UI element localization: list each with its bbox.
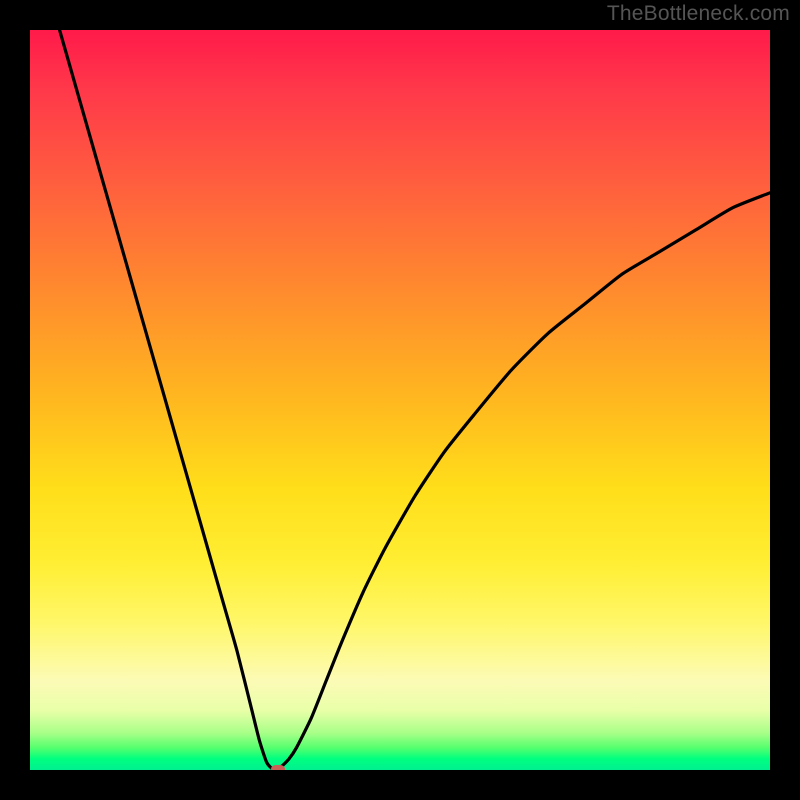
chart-wrapper: TheBottleneck.com [0, 0, 800, 800]
plot-area [30, 30, 770, 770]
minimum-marker [271, 765, 285, 770]
watermark-text: TheBottleneck.com [607, 2, 790, 26]
gradient-background [30, 30, 770, 770]
